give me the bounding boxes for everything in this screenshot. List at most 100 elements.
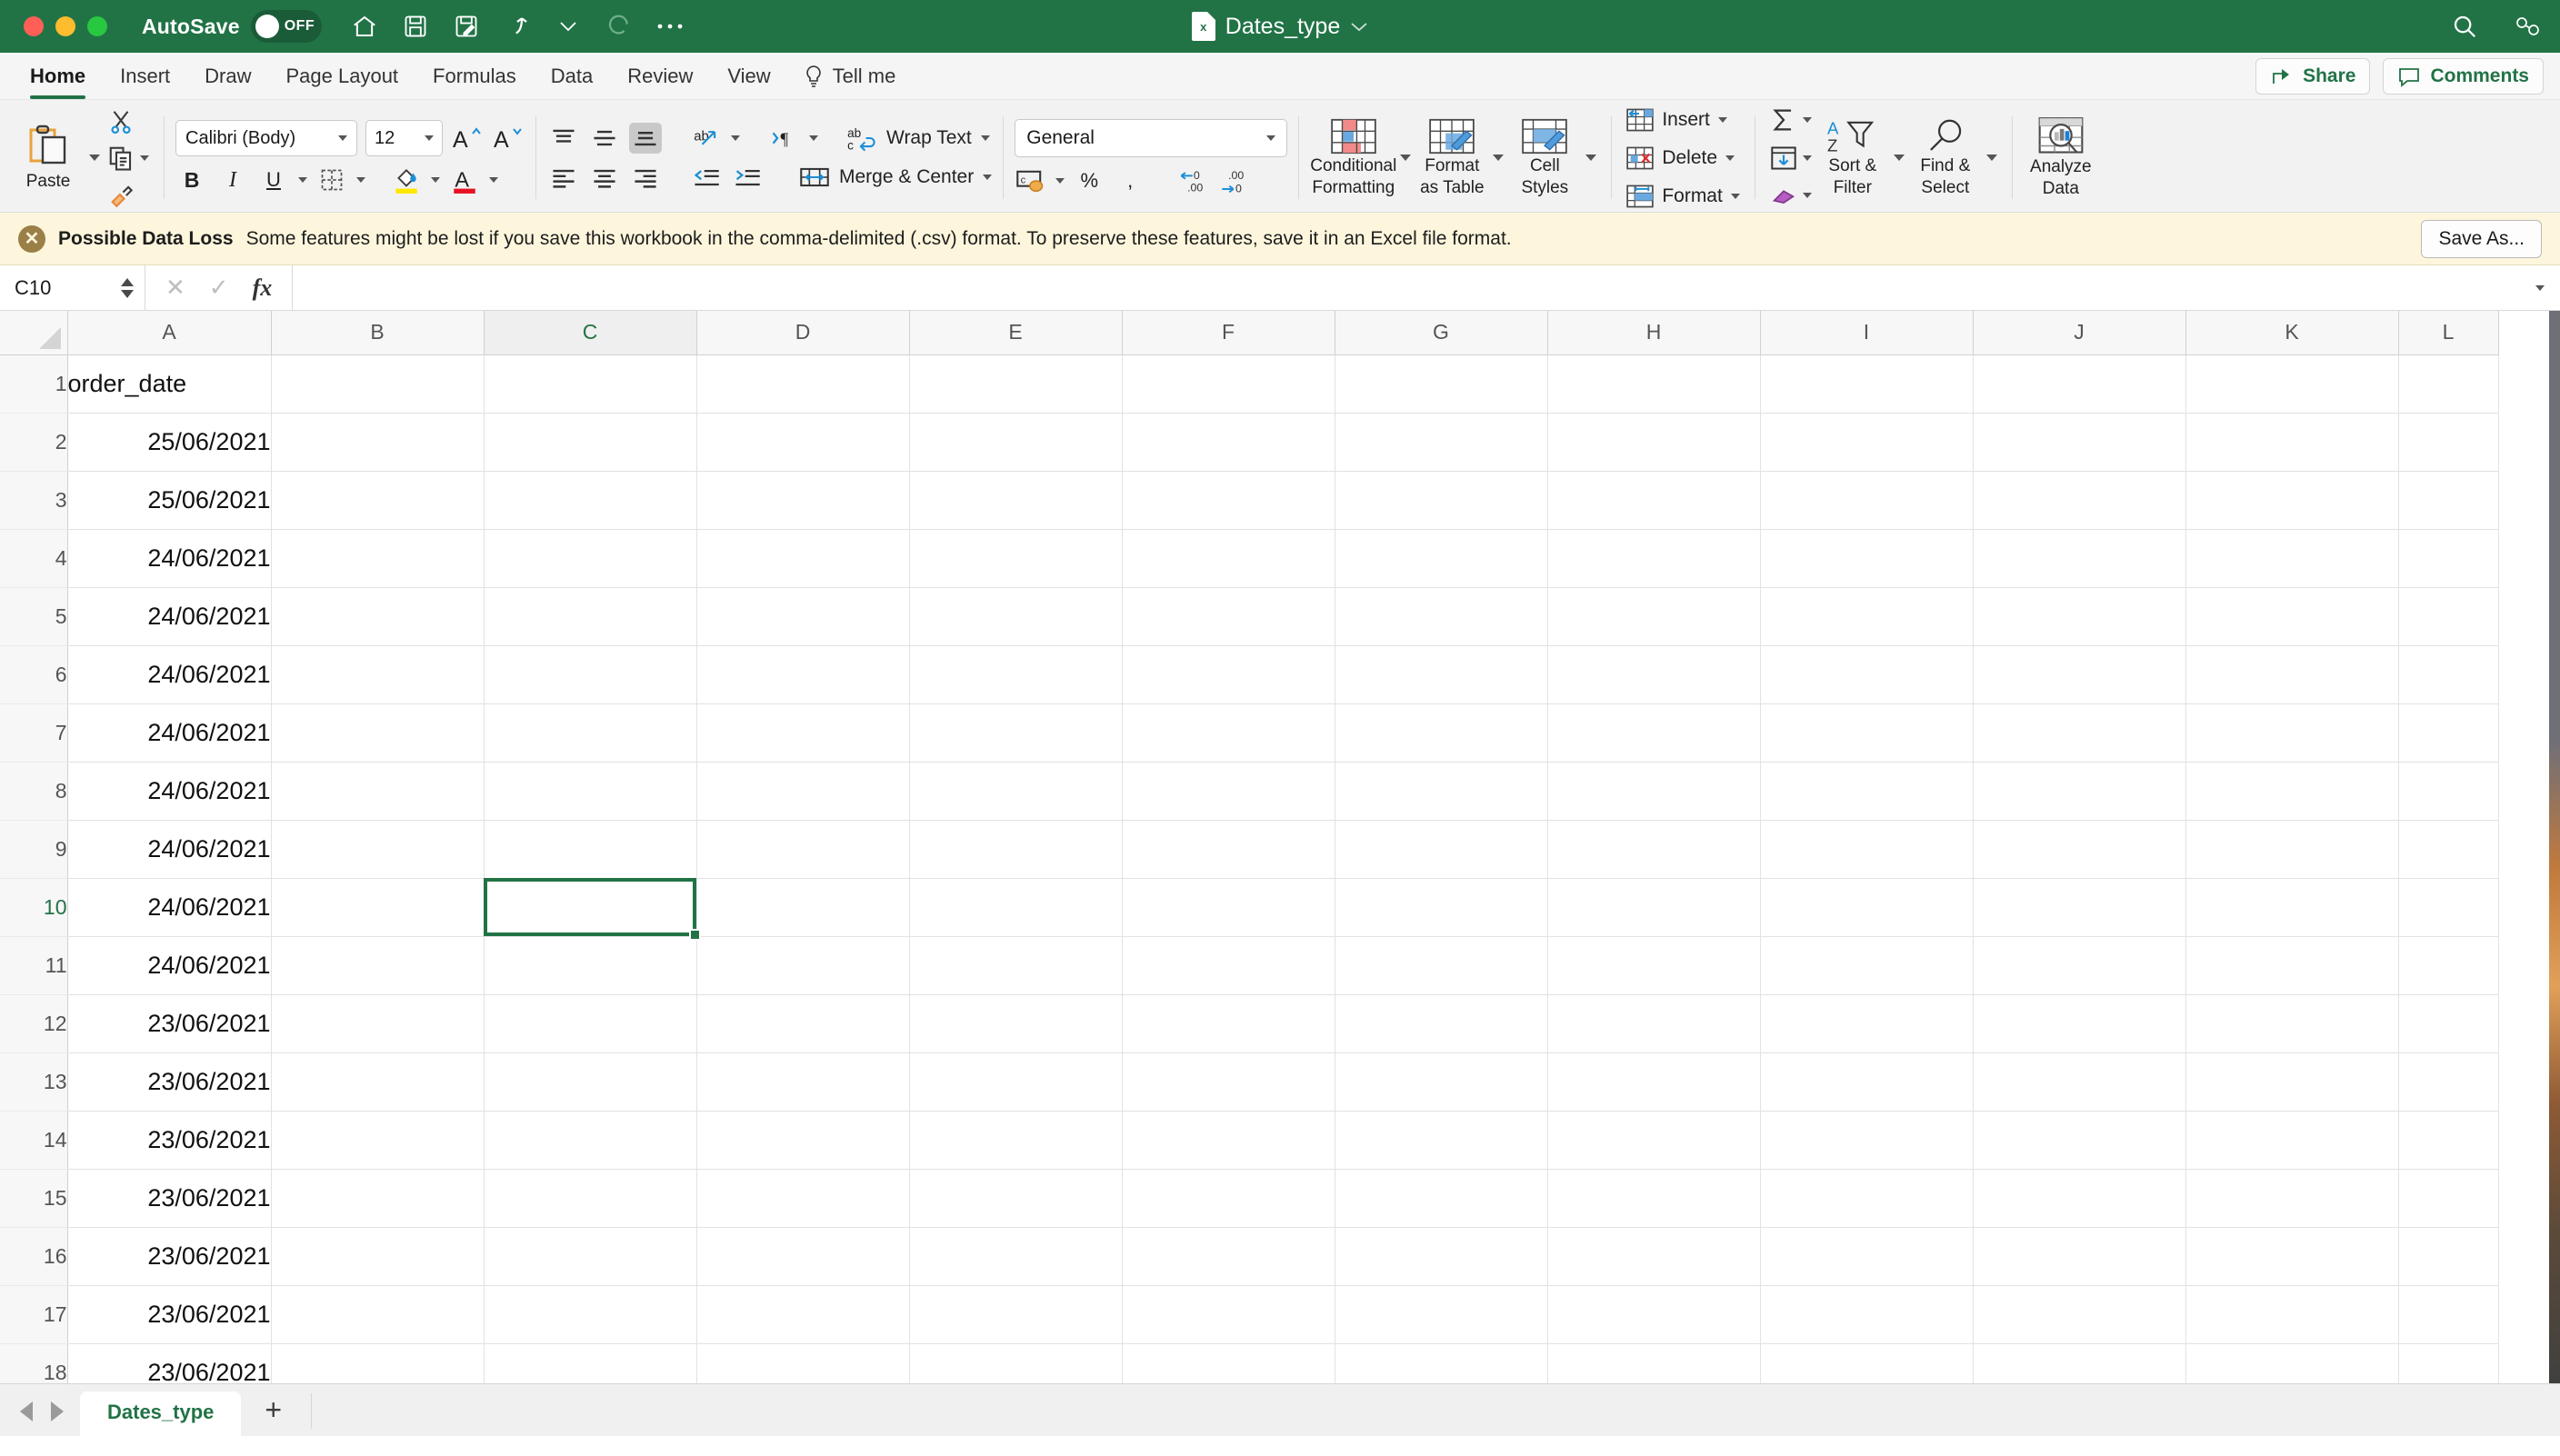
cell-styles-dropdown[interactable] [1582, 104, 1600, 212]
cell-I8[interactable] [1760, 762, 1974, 821]
cell-F12[interactable] [1122, 994, 1335, 1053]
cell-A5[interactable]: 24/06/2021 [67, 587, 272, 646]
cell-F10[interactable] [1122, 878, 1335, 937]
cell-C3[interactable] [484, 471, 697, 530]
fill-handle[interactable] [689, 929, 701, 941]
row-header-11[interactable]: 11 [0, 936, 68, 995]
cell-K6[interactable] [2185, 645, 2399, 704]
cell-G9[interactable] [1335, 820, 1548, 879]
maximize-window-button[interactable] [87, 16, 107, 36]
clear-dropdown-chevron-icon[interactable] [1802, 193, 1812, 199]
cut-button[interactable] [107, 105, 149, 138]
cell-H3[interactable] [1547, 471, 1761, 530]
chevron-down-icon[interactable] [1585, 155, 1597, 161]
cell-H18[interactable] [1547, 1343, 1761, 1383]
format-painter-button[interactable] [107, 178, 149, 211]
cell-C14[interactable] [484, 1111, 697, 1170]
select-all-corner[interactable] [0, 311, 68, 355]
cell-D15[interactable] [696, 1169, 910, 1228]
cell-B13[interactable] [271, 1052, 485, 1112]
cell-B8[interactable] [271, 762, 485, 821]
row-header-4[interactable]: 4 [0, 529, 68, 588]
cell-F13[interactable] [1122, 1052, 1335, 1112]
merge-center-button[interactable]: Merge & Center [799, 165, 993, 190]
cell-I3[interactable] [1760, 471, 1974, 530]
cell-C15[interactable] [484, 1169, 697, 1228]
conditional-formatting-dropdown[interactable] [1396, 104, 1415, 212]
find-select-button[interactable]: Find & Select [1908, 104, 1983, 212]
cell-F8[interactable] [1122, 762, 1335, 821]
tell-me-button[interactable]: Tell me [788, 53, 911, 99]
align-top-button[interactable] [547, 123, 580, 154]
cell-G2[interactable] [1335, 413, 1548, 472]
cell-H8[interactable] [1547, 762, 1761, 821]
cell-I5[interactable] [1760, 587, 1974, 646]
copy-button[interactable] [107, 142, 149, 175]
cell-J17[interactable] [1973, 1285, 2186, 1344]
orientation-dropdown-chevron-icon[interactable] [731, 135, 740, 141]
column-header-c[interactable]: C [484, 311, 697, 355]
save-icon[interactable] [400, 11, 431, 42]
cell-D4[interactable] [696, 529, 910, 588]
autosave-toggle[interactable]: OFF [250, 10, 322, 43]
borders-dropdown-chevron-icon[interactable] [356, 177, 365, 183]
cell-B11[interactable] [271, 936, 485, 995]
tab-page-layout[interactable]: Page Layout [269, 53, 416, 99]
save-as-icon[interactable] [451, 11, 482, 42]
cell-G1[interactable] [1335, 354, 1548, 414]
cell-L13[interactable] [2398, 1052, 2499, 1112]
chevron-down-icon[interactable] [1893, 155, 1905, 161]
cell-J16[interactable] [1973, 1227, 2186, 1286]
paste-dropdown[interactable] [85, 104, 104, 212]
row-header-1[interactable]: 1 [0, 354, 68, 414]
cell-H4[interactable] [1547, 529, 1761, 588]
cell-J14[interactable] [1973, 1111, 2186, 1170]
column-header-e[interactable]: E [909, 311, 1123, 355]
cell-L10[interactable] [2398, 878, 2499, 937]
merge-center-dropdown-chevron-icon[interactable] [983, 175, 993, 180]
row-header-15[interactable]: 15 [0, 1169, 68, 1228]
cell-L11[interactable] [2398, 936, 2499, 995]
cell-C12[interactable] [484, 994, 697, 1053]
cell-A13[interactable]: 23/06/2021 [67, 1052, 272, 1112]
cell-D5[interactable] [696, 587, 910, 646]
tab-home[interactable]: Home [13, 53, 103, 99]
cell-L3[interactable] [2398, 471, 2499, 530]
fill-color-button[interactable] [390, 165, 423, 195]
cell-J13[interactable] [1973, 1052, 2186, 1112]
cell-A3[interactable]: 25/06/2021 [67, 471, 272, 530]
conditional-formatting-button[interactable]: Conditional Formatting [1310, 104, 1396, 212]
cell-F18[interactable] [1122, 1343, 1335, 1383]
cell-I4[interactable] [1760, 529, 1974, 588]
cell-J9[interactable] [1973, 820, 2186, 879]
cell-C4[interactable] [484, 529, 697, 588]
cell-F14[interactable] [1122, 1111, 1335, 1170]
chevron-down-icon[interactable] [1985, 155, 1997, 161]
cell-L6[interactable] [2398, 645, 2499, 704]
cell-J12[interactable] [1973, 994, 2186, 1053]
cell-F9[interactable] [1122, 820, 1335, 879]
align-right-button[interactable] [629, 162, 662, 193]
cell-L15[interactable] [2398, 1169, 2499, 1228]
cell-A11[interactable]: 24/06/2021 [67, 936, 272, 995]
cell-F4[interactable] [1122, 529, 1335, 588]
wrap-text-dropdown-chevron-icon[interactable] [980, 135, 990, 141]
cell-F17[interactable] [1122, 1285, 1335, 1344]
row-header-9[interactable]: 9 [0, 820, 68, 879]
row-header-13[interactable]: 13 [0, 1052, 68, 1112]
column-header-i[interactable]: I [1760, 311, 1974, 355]
cell-C13[interactable] [484, 1052, 697, 1112]
cell-H15[interactable] [1547, 1169, 1761, 1228]
next-sheet-icon[interactable] [51, 1401, 64, 1421]
accounting-format-button[interactable]: c [1015, 165, 1047, 196]
cell-L17[interactable] [2398, 1285, 2499, 1344]
column-header-a[interactable]: A [67, 311, 272, 355]
increase-indent-button[interactable] [731, 162, 764, 193]
cell-B9[interactable] [271, 820, 485, 879]
sheet-tab-dates-type[interactable]: Dates_type [80, 1391, 242, 1436]
cell-C18[interactable] [484, 1343, 697, 1383]
cell-J8[interactable] [1973, 762, 2186, 821]
cell-A4[interactable]: 24/06/2021 [67, 529, 272, 588]
row-header-8[interactable]: 8 [0, 762, 68, 821]
fill-color-dropdown-chevron-icon[interactable] [431, 177, 440, 183]
